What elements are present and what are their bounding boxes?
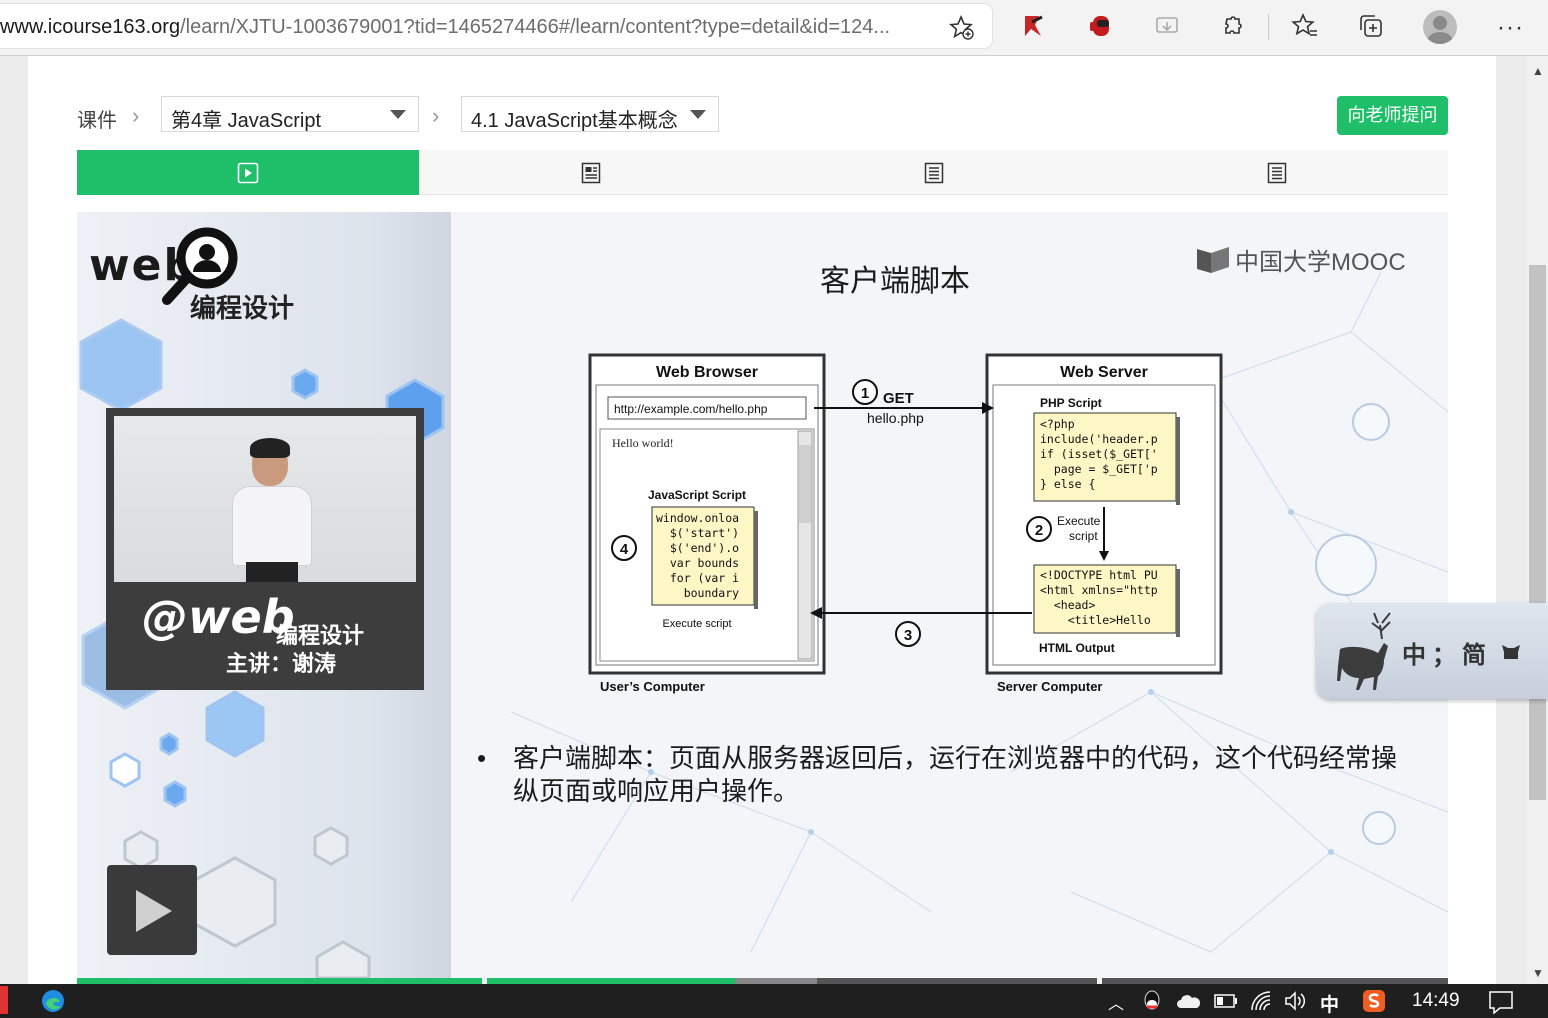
text-icon (1267, 162, 1287, 183)
collections-icon[interactable] (1357, 12, 1385, 40)
svg-text:Execute script: Execute script (662, 618, 731, 630)
clock-time[interactable]: 14:49 (1412, 990, 1460, 1012)
text-icon (924, 162, 944, 183)
svg-text:<title>Hello: <title>Hello (1040, 613, 1151, 627)
course-branding-panel: web 编程设计 @web 编程设计 主讲：谢涛 (77, 212, 451, 978)
slide-title: 客户端脚本 (820, 265, 970, 298)
edge-browser-icon[interactable] (40, 988, 66, 1014)
tab-text[interactable] (763, 150, 1105, 195)
profile-avatar[interactable] (1423, 10, 1457, 44)
svg-text:Web Browser: Web Browser (656, 364, 758, 381)
windows-taskbar: ︿ 中 14:49 (0, 984, 1548, 1018)
svg-text:3: 3 (904, 627, 912, 644)
svg-text:$('start'): $('start') (656, 526, 739, 540)
scroll-up-icon[interactable]: ▲ (1532, 64, 1544, 78)
chevron-down-icon (690, 110, 706, 119)
mooc-logo: 中国大学MOOC (1195, 242, 1406, 277)
bookmark-extension-icon[interactable] (1020, 12, 1048, 40)
among-us-extension-icon[interactable] (1087, 12, 1115, 40)
svg-text:Server Computer: Server Computer (997, 679, 1102, 694)
chevron-right-icon: › (432, 103, 440, 128)
ime-indicator[interactable]: 中 (1320, 990, 1339, 1017)
scroll-down-icon[interactable]: ▼ (1532, 966, 1544, 980)
content-tabs (77, 150, 1448, 195)
svg-text:$('end').o: $('end').o (656, 541, 739, 555)
ime-simplified[interactable]: 简 (1462, 635, 1486, 670)
svg-text:window.onloa: window.onloa (656, 511, 739, 525)
svg-text:http://example.com/hello.php: http://example.com/hello.php (614, 402, 768, 416)
svg-text:<head>: <head> (1040, 598, 1095, 612)
svg-text:script: script (1069, 529, 1098, 543)
chevron-up-icon[interactable]: ︿ (1108, 990, 1124, 1014)
lecturer-footage (114, 416, 416, 582)
deer-icon (1337, 612, 1391, 690)
notification-center-icon[interactable] (1488, 990, 1514, 1014)
svg-text:Hello world!: Hello world! (612, 436, 674, 450)
svg-text:if (isset($_GET[': if (isset($_GET[' (1040, 447, 1158, 461)
wifi-icon[interactable] (1250, 990, 1274, 1012)
inset-brand-logo: @web (142, 590, 295, 644)
ime-floating-toolbar[interactable]: 中 ； 简 (1316, 603, 1548, 699)
svg-text:<?php: <?php (1040, 417, 1075, 431)
add-favorite-icon[interactable] (948, 14, 976, 42)
svg-text:Execute: Execute (1057, 514, 1101, 528)
svg-text:JavaScript Script: JavaScript Script (648, 488, 746, 502)
ime-skin-icon[interactable] (1500, 643, 1522, 661)
lecturer-video-inset: @web 编程设计 主讲：谢涛 (106, 408, 424, 690)
svg-text:for (var i: for (var i (656, 571, 739, 585)
battery-icon[interactable] (1214, 994, 1238, 1008)
tab-document[interactable] (420, 150, 762, 195)
svg-text:page = $_GET['p: page = $_GET['p (1040, 462, 1158, 476)
client-server-diagram: Web Browser http://example.com/hello.php… (588, 353, 1223, 694)
url-text: www.icourse163.org/learn/XJTU-1003679001… (0, 16, 891, 38)
svg-text:Web Server: Web Server (1060, 364, 1148, 381)
tab-video[interactable] (77, 150, 419, 195)
chapter-select[interactable]: 第4章 JavaScript (161, 96, 419, 132)
breadcrumb-courseware[interactable]: 课件 (77, 104, 117, 133)
qq-icon[interactable] (1140, 989, 1164, 1013)
extensions-puzzle-icon[interactable] (1219, 12, 1247, 40)
svg-text:<!DOCTYPE html PU: <!DOCTYPE html PU (1040, 568, 1158, 582)
screenshot-extension-icon[interactable] (1153, 12, 1181, 40)
toolbar-divider (1268, 14, 1269, 40)
section-select[interactable]: 4.1 JavaScript基本概念 (461, 96, 719, 132)
ask-teacher-button[interactable]: 向老师提问 (1337, 96, 1448, 135)
svg-text:include('header.p: include('header.p (1040, 432, 1158, 446)
ime-mode-chinese[interactable]: 中 (1402, 635, 1426, 670)
taskbar-app-indicator (0, 986, 8, 1014)
onedrive-icon[interactable] (1176, 993, 1202, 1009)
svg-text:4: 4 (620, 541, 629, 558)
svg-text:User’s Computer: User’s Computer (600, 679, 705, 694)
svg-text:boundary: boundary (656, 586, 739, 600)
book-logo-icon (1197, 246, 1229, 273)
ime-punctuation[interactable]: ； (1432, 635, 1456, 670)
slide-bullet-text: • 客户端脚本：页面从服务器返回后，运行在浏览器中的代码，这个代码经常操纵页面或响… (477, 743, 1398, 806)
tab-text-2[interactable] (1106, 150, 1448, 195)
svg-text:HTML Output: HTML Output (1039, 641, 1115, 655)
svg-text:1: 1 (861, 385, 869, 402)
brand-subtitle: 编程设计 (190, 293, 295, 323)
svg-text:hello.php: hello.php (867, 410, 924, 426)
chevron-right-icon: › (132, 103, 140, 128)
doc-icon (581, 162, 601, 183)
svg-text:2: 2 (1035, 522, 1043, 539)
volume-icon[interactable] (1284, 991, 1308, 1011)
more-menu-icon[interactable]: ··· (1497, 14, 1524, 42)
svg-text:PHP Script: PHP Script (1040, 396, 1102, 410)
sogou-ime-icon[interactable] (1362, 989, 1386, 1013)
browser-toolbar: www.icourse163.org/learn/XJTU-1003679001… (0, 0, 1548, 56)
svg-text:GET: GET (883, 390, 914, 407)
svg-text:var bounds: var bounds (656, 556, 739, 570)
play-button[interactable] (107, 865, 197, 955)
chevron-down-icon (390, 110, 406, 119)
scrollbar-thumb[interactable] (1529, 265, 1546, 800)
svg-text:} else {: } else { (1040, 477, 1095, 491)
favorites-icon[interactable] (1291, 12, 1319, 40)
address-bar[interactable]: www.icourse163.org/learn/XJTU-1003679001… (0, 4, 992, 48)
svg-text:<html xmlns="http: <html xmlns="http (1040, 583, 1158, 597)
video-player[interactable]: web 编程设计 @web 编程设计 主讲：谢涛 客户端脚本 中国大学MOOC (77, 212, 1448, 978)
lecturer-name: 主讲：谢涛 (226, 651, 337, 676)
video-icon (237, 162, 259, 183)
